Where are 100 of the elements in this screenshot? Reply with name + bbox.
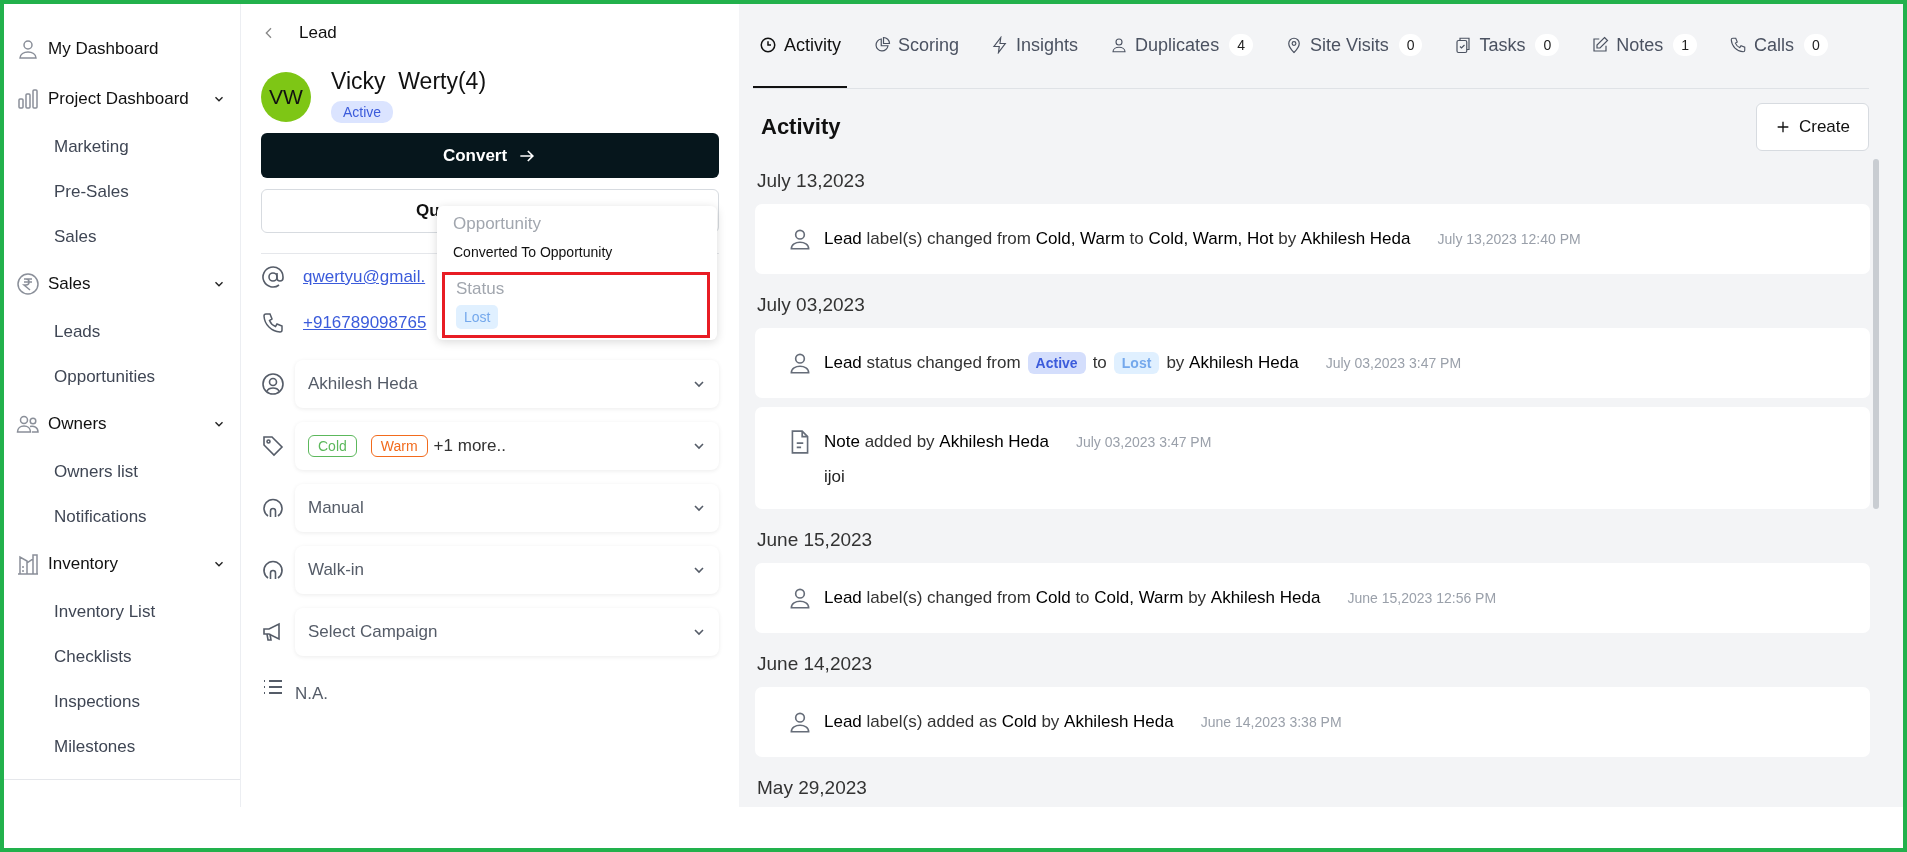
tag-chip: Warm [370, 435, 428, 457]
bar-chart-icon [16, 87, 40, 111]
timestamp: July 03,2023 3:47 PM [1075, 434, 1212, 450]
note-text: ijoi [824, 467, 846, 487]
clock-icon [759, 36, 777, 54]
tab-label: Duplicates [1135, 34, 1220, 56]
field-dropdown[interactable]: Manual [295, 484, 719, 532]
status-badge: Active [331, 101, 394, 123]
sidebar-item[interactable]: Owners [4, 399, 240, 449]
lead-name: Vicky Werty(4) [331, 68, 487, 95]
section-title: Activity [761, 114, 841, 140]
count-badge: 0 [1804, 34, 1828, 56]
rupee-icon [16, 272, 40, 296]
date-heading: June 15,2023 [756, 528, 874, 552]
sidebar-item[interactable]: Sales [4, 259, 240, 309]
activity-text: Lead label(s) changed from Cold to Cold, Warm by Akhilesh Heda [824, 588, 1321, 608]
status-badge: Lost [1113, 352, 1160, 374]
activity-text: Lead label(s) changed from Cold, Warm to Cold, Warm, Hot by Akhilesh Heda [824, 229, 1411, 249]
field-dropdown[interactable]: Select Campaign [295, 608, 719, 656]
create-button[interactable]: Create [1755, 103, 1869, 151]
tab[interactable]: Insights [985, 4, 1085, 88]
phone-link[interactable]: +916789098765 [303, 313, 427, 333]
tab-label: Insights [1016, 34, 1079, 56]
tag-icon [261, 434, 285, 458]
sidebar-subitem[interactable]: Inspections [4, 679, 240, 724]
count-badge: 0 [1398, 34, 1423, 56]
count-badge: 4 [1229, 34, 1253, 56]
activity-text: Note added by Akhilesh Heda [824, 432, 1049, 452]
sidebar-subitem[interactable]: Inventory List [4, 589, 240, 634]
signal-source-icon [261, 496, 285, 520]
field-value: Select Campaign [308, 622, 438, 642]
at-sign-icon [261, 265, 285, 289]
status-badge: Active [1027, 352, 1086, 374]
tab-label: Tasks [1479, 34, 1526, 56]
date-heading: July 03,2023 [756, 293, 866, 317]
popup-value: Converted To Opportunity [453, 244, 614, 260]
field-value: Manual [308, 498, 364, 518]
building-icon [16, 552, 40, 576]
activity-text: Lead label(s) added as Cold by Akhilesh Heda [824, 712, 1174, 732]
phone-icon [1729, 36, 1748, 54]
timestamp: June 15,2023 12:56 PM [1347, 590, 1497, 606]
clipboard-icon [1454, 36, 1473, 54]
status-badge: Lost [456, 305, 499, 329]
count-badge: 0 [1535, 34, 1560, 56]
tags-dropdown[interactable]: Cold Warm +1 more.. [295, 422, 719, 470]
sidebar-subitem[interactable]: Pre-Sales [4, 169, 240, 214]
avatar: VW [261, 72, 311, 122]
sidebar-subitem[interactable]: Owners list [4, 449, 240, 494]
field-value: Walk-in [308, 560, 365, 580]
date-heading: July 13,2023 [756, 169, 866, 193]
sidebar-item[interactable]: My Dashboard [4, 24, 240, 74]
scrollbar[interactable] [1873, 159, 1879, 509]
email-link[interactable]: qwertyu@gmail. [303, 267, 426, 287]
count-badge: 1 [1673, 34, 1698, 56]
tab[interactable]: Activity [753, 4, 847, 88]
phone-icon [261, 311, 285, 335]
user-icon [16, 37, 40, 61]
sidebar-subitem[interactable]: Checklists [4, 634, 240, 679]
tab[interactable]: Calls 0 [1723, 4, 1834, 88]
sidebar-subitem[interactable]: Milestones [4, 724, 240, 769]
sidebar-subitem[interactable]: Notifications [4, 494, 240, 539]
tab[interactable]: Tasks 0 [1448, 4, 1566, 88]
sidebar-subitem[interactable]: Sales [4, 214, 240, 259]
field-value: N.A. [295, 684, 329, 704]
tab-label: Scoring [898, 34, 960, 56]
tab-label: Activity [784, 34, 841, 56]
pie-chart-icon [873, 36, 891, 54]
timestamp: June 14,2023 3:38 PM [1200, 714, 1342, 730]
breadcrumb-title: Lead [299, 23, 337, 43]
convert-button[interactable]: Convert [261, 133, 719, 178]
sidebar-subitem[interactable]: Opportunities [4, 354, 240, 399]
activity-text: by Akhilesh Heda [1166, 353, 1299, 373]
user-icon [1110, 36, 1129, 54]
edit-icon [1591, 36, 1610, 54]
field-dropdown[interactable]: Akhilesh Heda [295, 360, 719, 408]
timestamp: July 03,2023 3:47 PM [1325, 355, 1462, 371]
field-dropdown[interactable]: Walk-in [295, 546, 719, 594]
activity-text: to [1092, 353, 1107, 373]
tab[interactable]: Duplicates 4 [1104, 4, 1259, 88]
timestamp: July 13,2023 12:40 PM [1437, 231, 1581, 247]
date-heading: May 29,2023 [756, 776, 868, 800]
tab-label: Notes [1616, 34, 1664, 56]
tab[interactable]: Scoring [867, 4, 966, 88]
tab-label: Site Visits [1309, 34, 1389, 56]
tab-label: Calls [1754, 34, 1795, 56]
sidebar-subitem[interactable]: Leads [4, 309, 240, 354]
tab[interactable]: Notes 1 [1585, 4, 1704, 88]
signal-source-icon [261, 558, 285, 582]
more-tags-text: +1 more.. [433, 436, 506, 456]
tag-chip: Cold [308, 435, 357, 457]
tab[interactable]: Site Visits 0 [1278, 4, 1429, 88]
popup-heading: Status [456, 279, 506, 299]
sidebar-item[interactable]: Inventory [4, 539, 240, 589]
date-heading: June 14,2023 [756, 652, 874, 676]
sidebar-item[interactable]: Project Dashboard [4, 74, 240, 124]
field-value: Akhilesh Heda [308, 374, 418, 394]
popup-heading: Opportunity [453, 214, 542, 234]
sidebar-subitem[interactable]: Marketing [4, 124, 240, 169]
user-circle-icon [261, 372, 285, 396]
activity-text: Lead status changed from [824, 353, 1021, 373]
